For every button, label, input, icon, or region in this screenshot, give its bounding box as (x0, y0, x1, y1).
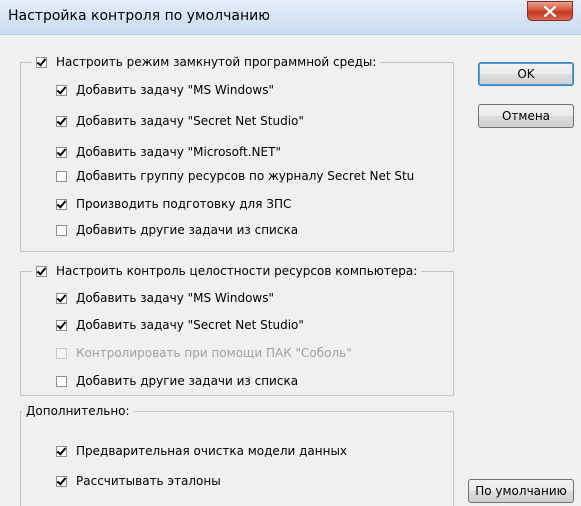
ok-button[interactable]: OK (478, 62, 574, 86)
close-button[interactable] (527, 1, 573, 21)
ips-item-other-tasks[interactable]: Добавить другие задачи из списка (56, 222, 298, 238)
extra-group-label: Дополнительно: (26, 404, 130, 418)
integrity-secret-net-label: Добавить задачу "Secret Net Studio" (76, 318, 304, 332)
ips-dotnet-checkbox[interactable] (56, 146, 67, 158)
integrity-group-header[interactable]: Настроить контроль целостности ресурсов … (32, 263, 422, 279)
integrity-other-tasks-checkbox[interactable] (56, 375, 67, 387)
ips-item-secret-net[interactable]: Добавить задачу "Secret Net Studio" (56, 113, 304, 129)
ips-item-ms-windows[interactable]: Добавить задачу "MS Windows" (56, 82, 274, 98)
ips-dotnet-label: Добавить задачу "Microsoft.NET" (76, 145, 281, 159)
ips-journal-group-checkbox[interactable] (56, 170, 67, 182)
cancel-button[interactable]: Отмена (478, 104, 574, 128)
ips-prepare-checkbox[interactable] (56, 198, 67, 210)
integrity-sobol-label: Контролировать при помощи ПАК "Соболь" (76, 346, 352, 360)
ips-group-header[interactable]: Настроить режим замкнутой программной ср… (32, 54, 381, 70)
integrity-ms-windows-checkbox[interactable] (56, 292, 67, 304)
ips-secret-net-label: Добавить задачу "Secret Net Studio" (76, 114, 304, 128)
window-title: Настройка контроля по умолчанию (8, 8, 271, 24)
ips-ms-windows-checkbox[interactable] (56, 84, 67, 96)
integrity-other-tasks-label: Добавить другие задачи из списка (76, 374, 299, 388)
integrity-sobol-checkbox (56, 347, 67, 359)
ips-item-journal-group[interactable]: Добавить группу ресурсов по журналу Secr… (56, 168, 453, 184)
integrity-group-checkbox[interactable] (36, 265, 47, 277)
extra-calc-etalons-label: Рассчитывать эталоны (76, 474, 221, 488)
integrity-ms-windows-label: Добавить задачу "MS Windows" (76, 291, 274, 305)
extra-clear-model-label: Предварительная очистка модели данных (76, 444, 348, 458)
ips-journal-group-label: Добавить группу ресурсов по журналу Secr… (76, 169, 415, 183)
ips-item-prepare[interactable]: Производить подготовку для ЗПС (56, 196, 291, 212)
ips-item-dotnet[interactable]: Добавить задачу "Microsoft.NET" (56, 144, 281, 160)
ips-group-label: Настроить режим замкнутой программной ср… (56, 55, 377, 69)
integrity-item-sobol: Контролировать при помощи ПАК "Соболь" (56, 345, 352, 361)
integrity-secret-net-checkbox[interactable] (56, 319, 67, 331)
title-bar: Настройка контроля по умолчанию (0, 0, 581, 35)
close-icon (544, 6, 556, 17)
extra-group-header: Дополнительно: (22, 403, 134, 419)
ips-secret-net-checkbox[interactable] (56, 115, 67, 127)
extra-clear-model-checkbox[interactable] (56, 445, 67, 457)
ips-group-checkbox[interactable] (36, 56, 47, 68)
ips-ms-windows-label: Добавить задачу "MS Windows" (76, 83, 274, 97)
integrity-item-other-tasks[interactable]: Добавить другие задачи из списка (56, 373, 298, 389)
ips-other-tasks-checkbox[interactable] (56, 224, 67, 236)
extra-item-clear-model[interactable]: Предварительная очистка модели данных (56, 443, 347, 459)
extra-item-calc-etalons[interactable]: Рассчитывать эталоны (56, 473, 221, 489)
integrity-group-label: Настроить контроль целостности ресурсов … (56, 264, 418, 278)
ips-prepare-label: Производить подготовку для ЗПС (76, 197, 292, 211)
ips-other-tasks-label: Добавить другие задачи из списка (76, 223, 299, 237)
defaults-button[interactable]: По умолчанию (468, 479, 574, 503)
integrity-item-ms-windows[interactable]: Добавить задачу "MS Windows" (56, 290, 274, 306)
extra-calc-etalons-checkbox[interactable] (56, 475, 67, 487)
integrity-item-secret-net[interactable]: Добавить задачу "Secret Net Studio" (56, 317, 304, 333)
